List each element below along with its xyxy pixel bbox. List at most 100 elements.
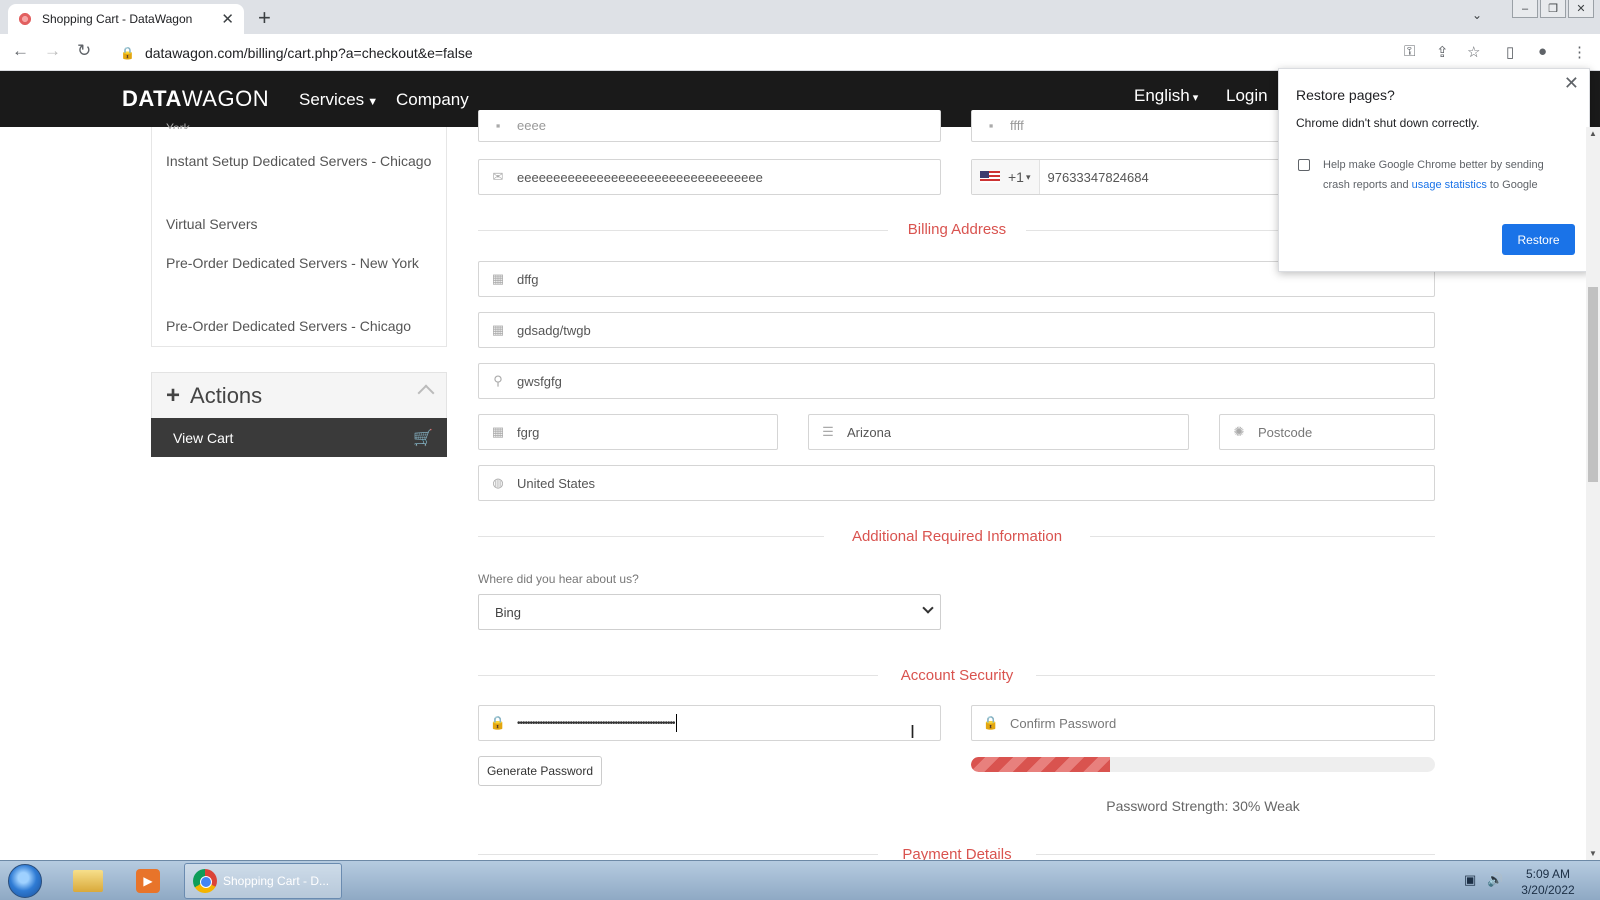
popup-message: Chrome didn't shut down correctly.: [1296, 116, 1480, 130]
side-panel-icon[interactable]: ▯: [1506, 43, 1514, 61]
crash-report-checkbox[interactable]: [1298, 159, 1310, 171]
system-clock[interactable]: 5:09 AM 3/20/2022: [1512, 866, 1584, 898]
menu-icon[interactable]: ⋮: [1572, 43, 1587, 61]
globe-icon: ◍: [492, 475, 504, 490]
password-strength-bar: [971, 757, 1435, 772]
minimize-icon[interactable]: –: [1512, 0, 1538, 18]
favicon-icon: [18, 12, 32, 26]
folder-icon: [73, 870, 103, 892]
mouse-text-cursor-icon: I: [910, 722, 916, 742]
phone-field[interactable]: +1 ▾ 97633347824684: [971, 159, 1281, 195]
state-field[interactable]: ☰ Arizona: [808, 414, 1189, 450]
certificate-icon: ✺: [1233, 424, 1245, 439]
confirm-password-placeholder: Confirm Password: [1010, 715, 1117, 731]
address1-field[interactable]: ▦ gdsadg/twgb: [478, 312, 1435, 348]
address2-field[interactable]: ⚲ gwsfgfg: [478, 363, 1435, 399]
close-tab-icon[interactable]: ✕: [221, 10, 234, 28]
page-scrollbar[interactable]: ▲ ▼: [1586, 127, 1600, 860]
divider: [478, 854, 878, 855]
key-icon[interactable]: ⚿: [1404, 43, 1415, 60]
country-value: United States: [517, 475, 596, 491]
close-window-icon[interactable]: ✕: [1568, 0, 1594, 18]
sidebar-item-preorder-ny[interactable]: Pre-Order Dedicated Servers - New York: [166, 252, 436, 275]
building-icon: ▦: [491, 322, 505, 337]
popup-title: Restore pages?: [1296, 87, 1395, 103]
usage-statistics-link[interactable]: usage statistics: [1412, 179, 1487, 191]
volume-icon[interactable]: 🔊: [1487, 872, 1503, 888]
network-icon[interactable]: ▣: [1464, 872, 1476, 888]
signpost-icon: ☰: [822, 424, 834, 439]
sidebar-item-virtual[interactable]: Virtual Servers: [166, 213, 436, 236]
city-field[interactable]: ▦ fgrg: [478, 414, 778, 450]
back-icon[interactable]: ←: [12, 41, 29, 61]
building-icon: ▦: [491, 424, 505, 439]
password-strength-fill: [971, 757, 1111, 772]
address-bar[interactable]: 🔒 datawagon.com/billing/cart.php?a=check…: [112, 38, 1402, 67]
actions-panel-header[interactable]: + Actions: [151, 372, 447, 418]
restore-pages-popup: Restore pages? ✕ Chrome didn't shut down…: [1278, 68, 1590, 272]
divider: [478, 675, 878, 676]
postcode-placeholder: Postcode: [1258, 424, 1313, 440]
media-player-button[interactable]: ▶: [124, 865, 172, 897]
site-logo[interactable]: DATAWAGON: [122, 86, 269, 112]
sidebar-item-instant-chicago[interactable]: Instant Setup Dedicated Servers - Chicag…: [166, 150, 436, 173]
email-field[interactable]: ✉ eeeeeeeeeeeeeeeeeeeeeeeeeeeeeeeeee: [478, 159, 941, 195]
scrollbar-thumb[interactable]: [1588, 287, 1598, 482]
browser-tab-bar: Shopping Cart - DataWagon ✕ + ⌄ – ❐ ✕: [0, 0, 1600, 34]
nav-company[interactable]: Company: [396, 90, 469, 110]
sidebar-item-partial[interactable]: York: [166, 117, 436, 129]
language-selector[interactable]: English ▾: [1134, 86, 1198, 106]
chevron-up-icon[interactable]: [417, 384, 435, 402]
divider: [1036, 675, 1435, 676]
close-icon[interactable]: ✕: [1564, 73, 1579, 94]
forward-icon[interactable]: →: [44, 41, 61, 61]
phone-value: 97633347824684: [1047, 169, 1149, 185]
account-security-heading: Account Security: [900, 667, 1014, 684]
reload-icon[interactable]: ↻: [77, 41, 91, 61]
tab-search-icon[interactable]: ⌄: [1472, 8, 1482, 22]
country-code-selector[interactable]: +1 ▾: [972, 160, 1040, 194]
browser-tab[interactable]: Shopping Cart - DataWagon ✕: [8, 4, 244, 34]
restore-button[interactable]: Restore: [1502, 224, 1575, 255]
view-cart-button[interactable]: View Cart 🛒: [151, 418, 447, 457]
url-text: datawagon.com/billing/cart.php?a=checkou…: [144, 44, 473, 61]
cart-icon: 🛒: [413, 430, 433, 447]
browser-toolbar: ← → ↻ 🔒 datawagon.com/billing/cart.php?a…: [0, 34, 1600, 71]
sidebar-item-preorder-chicago[interactable]: Pre-Order Dedicated Servers - Chicago: [166, 315, 436, 338]
language-label: English: [1134, 86, 1190, 105]
nav-login[interactable]: Login: [1226, 86, 1268, 106]
star-icon[interactable]: ☆: [1467, 43, 1480, 61]
crash-report-text-2: to Google: [1486, 179, 1538, 191]
caret-down-icon: ▾: [1025, 171, 1031, 182]
user-icon: ▪: [988, 118, 994, 133]
confirm-password-field[interactable]: 🔒 Confirm Password: [971, 705, 1435, 741]
payment-details-heading: Payment Details: [902, 846, 1012, 860]
hear-about-select[interactable]: Bing: [478, 594, 941, 630]
chrome-taskbar-button[interactable]: Shopping Cart - D...: [184, 863, 342, 899]
divider: [1036, 854, 1435, 855]
profile-icon[interactable]: ●: [1538, 43, 1547, 60]
scroll-up-icon[interactable]: ▲: [1589, 129, 1597, 138]
name-field[interactable]: ▪ eeee: [478, 110, 941, 142]
caret-down-icon: ▾: [1192, 92, 1199, 104]
lastname-field[interactable]: ▪ ffff: [971, 110, 1281, 142]
caret-down-icon: ▼: [367, 96, 379, 108]
address2-value: gwsfgfg: [517, 373, 562, 389]
scroll-down-icon[interactable]: ▼: [1589, 849, 1597, 858]
share-icon[interactable]: ⇪: [1436, 43, 1449, 61]
start-button[interactable]: [8, 864, 42, 898]
maximize-icon[interactable]: ❐: [1540, 0, 1566, 18]
chevron-down-icon: [922, 602, 934, 614]
postcode-field[interactable]: ✺ Postcode: [1219, 414, 1435, 450]
crash-report-text: Help make Google Chrome better by sendin…: [1323, 155, 1573, 195]
generate-password-button[interactable]: Generate Password: [478, 756, 602, 786]
phone-code: +1: [1008, 169, 1024, 185]
city-value: fgrg: [517, 424, 540, 440]
nav-services[interactable]: Services ▼: [299, 90, 378, 110]
password-field[interactable]: 🔒 ••••••••••••••••••••••••••••••••••••••…: [478, 705, 941, 741]
country-field[interactable]: ◍ United States: [478, 465, 1435, 501]
state-value: Arizona: [847, 424, 892, 440]
nav-services-label: Services: [299, 90, 365, 109]
new-tab-icon[interactable]: +: [258, 5, 271, 31]
file-explorer-button[interactable]: [64, 865, 112, 897]
